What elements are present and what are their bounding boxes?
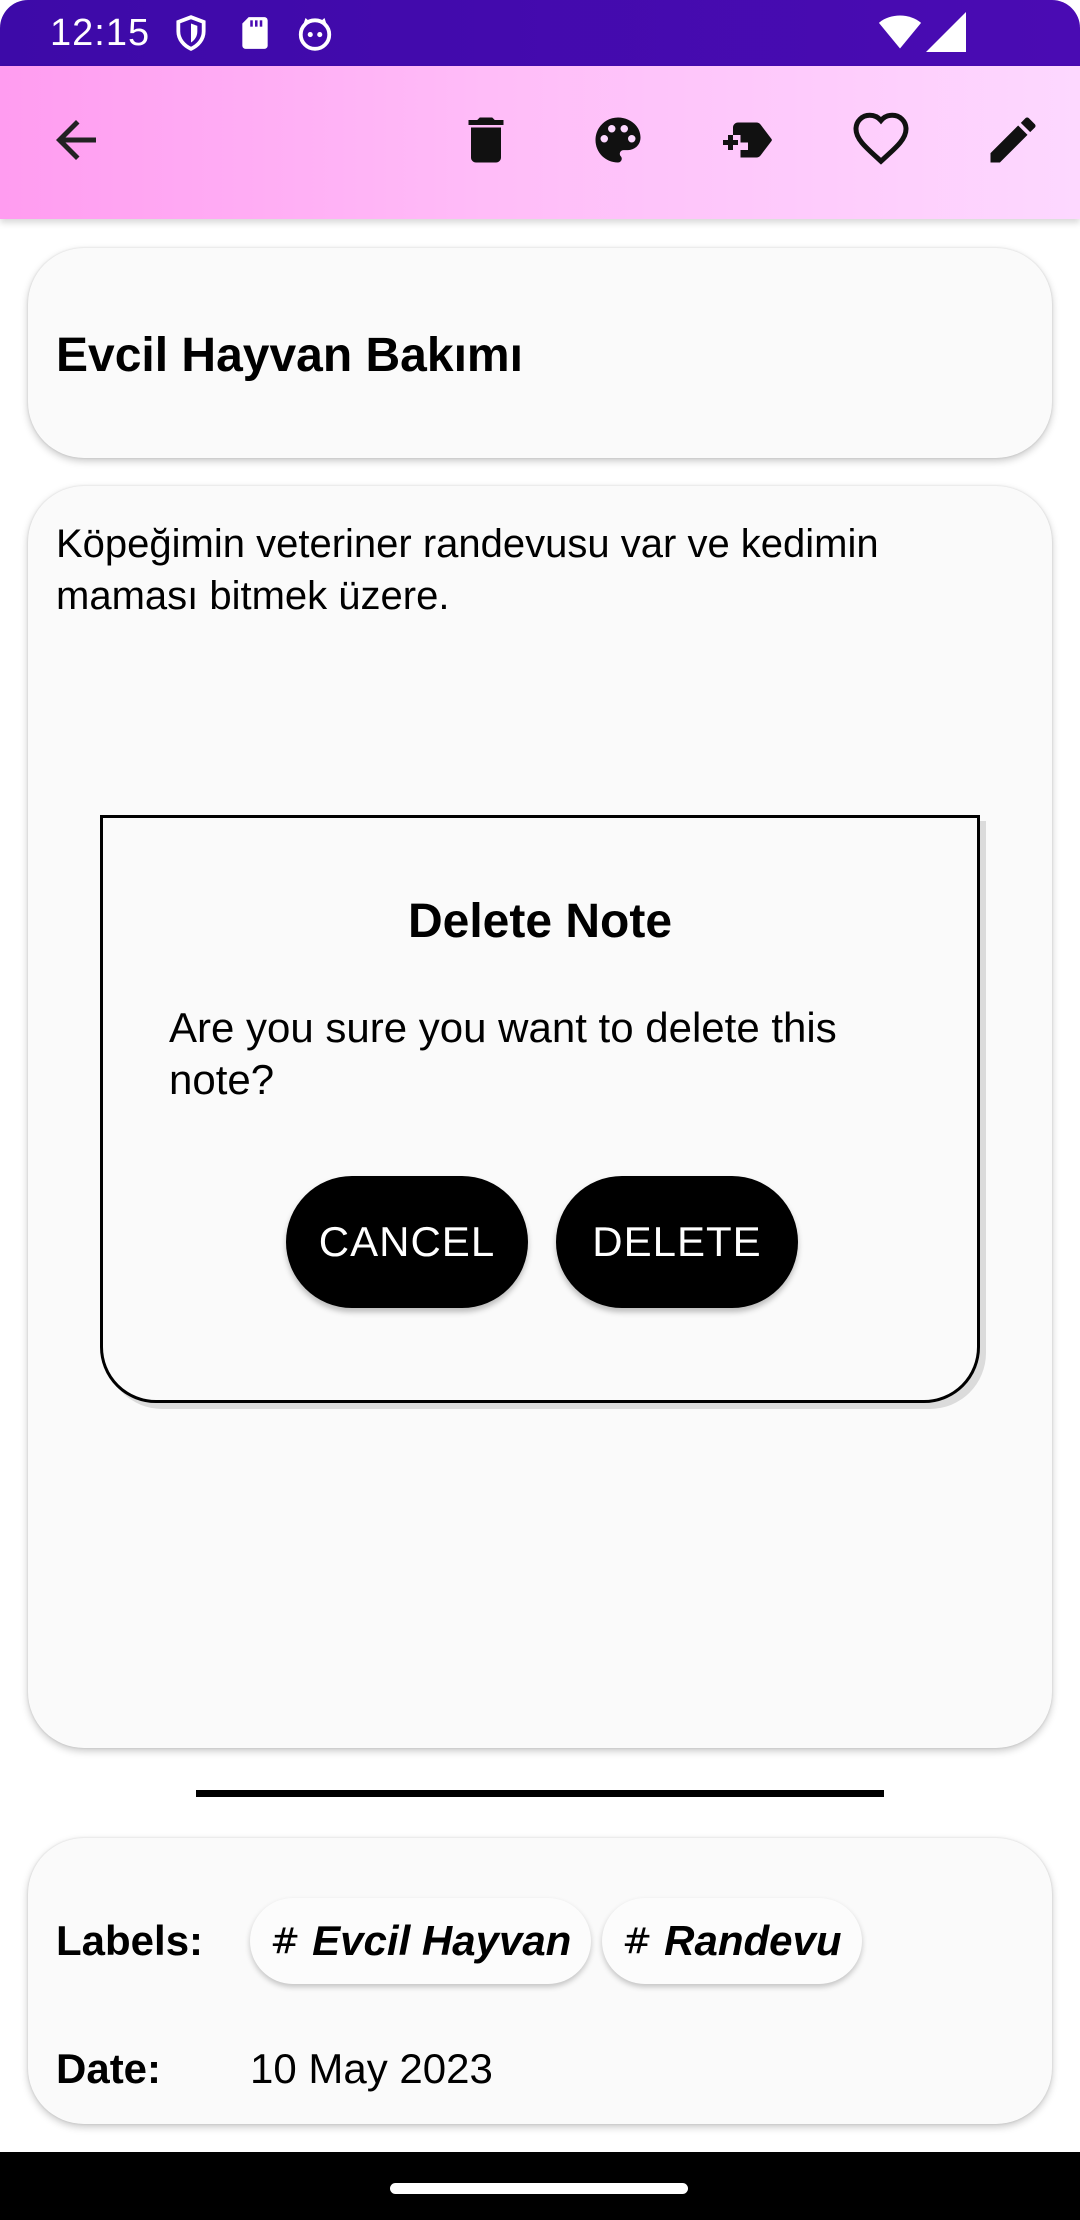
- label-chip-text: Evcil Hayvan: [312, 1917, 572, 1964]
- note-title: Evcil Hayvan Bakımı: [56, 329, 523, 382]
- delete-button[interactable]: [446, 102, 526, 182]
- cancel-button[interactable]: CANCEL: [286, 1176, 528, 1308]
- home-gesture-handle[interactable]: [390, 2183, 688, 2194]
- dialog-message: Are you sure you want to delete this not…: [169, 1004, 837, 1103]
- dialog-title: Delete Note: [407, 895, 673, 948]
- delete-icon: [456, 110, 516, 175]
- divider: [196, 1790, 884, 1797]
- date-heading: Date:: [56, 2045, 162, 2092]
- wifi-icon: [878, 12, 922, 52]
- add-label-button[interactable]: [708, 102, 788, 182]
- favorite-button[interactable]: [841, 102, 921, 182]
- status-bar: 12:15: [0, 0, 1080, 66]
- note-body: Köpeğimin veteriner randevusu var ve ked…: [56, 522, 879, 618]
- edit-button[interactable]: [973, 102, 1053, 182]
- app-bar: [0, 66, 1080, 219]
- sd-card-icon: [236, 14, 274, 52]
- navigation-bar: [0, 2152, 1080, 2220]
- note-meta-card: Labels: # Evcil Hayvan # Randevu Date: 1…: [28, 1838, 1052, 2124]
- labels-heading: Labels:: [56, 1917, 204, 1964]
- status-time: 12:15: [50, 12, 151, 54]
- delete-note-dialog: Delete Note Are you sure you want to del…: [100, 815, 980, 1403]
- back-arrow-icon: [46, 110, 106, 175]
- label-chip[interactable]: # Evcil Hayvan: [250, 1898, 592, 1984]
- hashtag-icon: #: [622, 1920, 653, 1962]
- label-chip-text: Randevu: [664, 1917, 842, 1964]
- shield-icon: [172, 14, 210, 52]
- cat-face-icon: [296, 14, 334, 52]
- note-title-card[interactable]: Evcil Hayvan Bakımı: [28, 248, 1052, 458]
- label-chip[interactable]: # Randevu: [602, 1898, 862, 1984]
- date-value: 10 May 2023: [250, 2045, 493, 2092]
- palette-icon: [588, 110, 648, 175]
- add-label-icon: [718, 110, 778, 175]
- hashtag-icon: #: [270, 1920, 301, 1962]
- favorite-heart-icon: [851, 110, 911, 175]
- edit-pencil-icon: [983, 110, 1043, 175]
- color-palette-button[interactable]: [578, 102, 658, 182]
- cellular-signal-icon: [926, 12, 966, 52]
- back-button[interactable]: [36, 102, 116, 182]
- delete-button[interactable]: DELETE: [556, 1176, 798, 1308]
